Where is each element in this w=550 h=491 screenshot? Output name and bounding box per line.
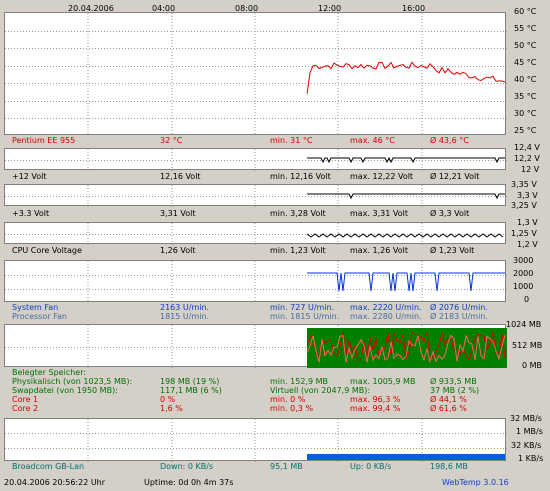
net-up-total: 198,6 MB	[430, 462, 468, 471]
temp-tick-45: 45 °C	[514, 58, 537, 67]
memory-graph	[4, 324, 507, 368]
net-tick-32kbs: 32 KB/s	[511, 441, 542, 450]
v33-line	[307, 193, 505, 200]
core2-max: max. 99,4 %	[350, 404, 401, 413]
mem-tick-512: 512 MB	[512, 341, 543, 350]
temp-tick-25: 25 °C	[514, 126, 537, 135]
v12-tick-mid: 12,2 V	[514, 154, 540, 163]
vcore-current: 1,26 Volt	[160, 246, 196, 255]
net-down-total: 95,1 MB	[270, 462, 303, 471]
network-traffic-area	[307, 454, 505, 460]
network-label: Broadcom GB-Lan	[12, 462, 85, 471]
mem-tick-0: 0 MB	[522, 361, 543, 370]
fan-tick-3000: 3000	[513, 256, 534, 265]
v33-current: 3,31 Volt	[160, 209, 196, 218]
temperature-line	[306, 61, 506, 94]
fan-tick-1000: 1000	[513, 282, 534, 291]
fan-processor-max: max. 2280 U/min.	[350, 312, 422, 321]
v33-graph	[4, 184, 507, 207]
temp-avg: Ø 43,6 °C	[430, 136, 469, 145]
fan-processor-current: 1815 U/min.	[160, 312, 210, 321]
v12-avg: Ø 12,21 Volt	[430, 172, 480, 181]
temp-tick-60: 60 °C	[514, 7, 537, 16]
footer-datetime: 20.04.2006 20:56:22 Uhr	[4, 478, 106, 487]
v12-current: 12,16 Volt	[160, 172, 201, 181]
vcore-tick-low: 1,2 V	[517, 240, 538, 249]
temp-sensor-label: Pentium EE 955	[12, 136, 76, 145]
net-tick-1kbs: 1 KB/s	[518, 454, 544, 463]
vcore-avg: Ø 1,23 Volt	[430, 246, 475, 255]
v33-tick-mid: 3,3 V	[517, 191, 538, 200]
fan-processor-label: Processor Fan	[12, 312, 67, 321]
v12-line	[307, 156, 505, 164]
vcore-tick-high: 1,3 V	[517, 218, 538, 227]
core2-label: Core 2	[12, 404, 39, 413]
net-down-rate: Down: 0 KB/s	[160, 462, 214, 471]
fan-graph	[4, 260, 507, 303]
v12-min: min. 12,16 Volt	[270, 172, 331, 181]
v33-max: max. 3,31 Volt	[350, 209, 408, 218]
temp-tick-50: 50 °C	[514, 41, 537, 50]
vcore-label: CPU Core Voltage	[12, 246, 82, 255]
vcore-graph	[4, 222, 507, 245]
fan-tick-2000: 2000	[513, 269, 534, 278]
temp-tick-35: 35 °C	[514, 92, 537, 101]
core2-avg: Ø 61,6 %	[430, 404, 467, 413]
temperature-graph	[4, 12, 507, 136]
v12-label: +12 Volt	[12, 172, 47, 181]
footer-version: WebTemp 3.0.16	[442, 478, 509, 487]
net-tick-1mbs: 1 MB/s	[516, 427, 543, 436]
v12-graph	[4, 148, 507, 171]
temp-tick-55: 55 °C	[514, 24, 537, 33]
core2-current: 1,6 %	[160, 404, 183, 413]
core2-min: min. 0,3 %	[270, 404, 314, 413]
net-tick-32mbs: 32 MB/s	[510, 414, 542, 423]
v12-tick-high: 12,4 V	[514, 143, 540, 152]
network-graph	[4, 418, 507, 462]
fan-processor-min: min. 1815 U/min.	[270, 312, 340, 321]
vcore-max: max. 1,26 Volt	[350, 246, 408, 255]
v33-label: +3.3 Volt	[12, 209, 50, 218]
v33-avg: Ø 3,3 Volt	[430, 209, 470, 218]
temp-min: min. 31 °C	[270, 136, 313, 145]
v33-tick-high: 3,35 V	[511, 180, 537, 189]
vcore-min: min. 1,23 Volt	[270, 246, 326, 255]
mem-tick-1024: 1024 MB	[506, 320, 542, 329]
footer-uptime: Uptime: 0d 0h 4m 37s	[144, 478, 234, 487]
v12-tick-low: 12 V	[521, 165, 540, 174]
temp-tick-40: 40 °C	[514, 75, 537, 84]
temp-tick-30: 30 °C	[514, 109, 537, 118]
net-up-rate: Up: 0 KB/s	[350, 462, 392, 471]
v33-min: min. 3,28 Volt	[270, 209, 326, 218]
fan-processor-avg: Ø 2183 U/min.	[430, 312, 488, 321]
system-fan-line	[307, 272, 505, 292]
fan-tick-0: 0	[524, 295, 530, 304]
temp-current: 32 °C	[160, 136, 183, 145]
temp-max: max. 46 °C	[350, 136, 395, 145]
vcore-tick-mid: 1,25 V	[511, 229, 537, 238]
v33-tick-low: 3,25 V	[511, 201, 537, 210]
v12-max: max. 12,22 Volt	[350, 172, 414, 181]
